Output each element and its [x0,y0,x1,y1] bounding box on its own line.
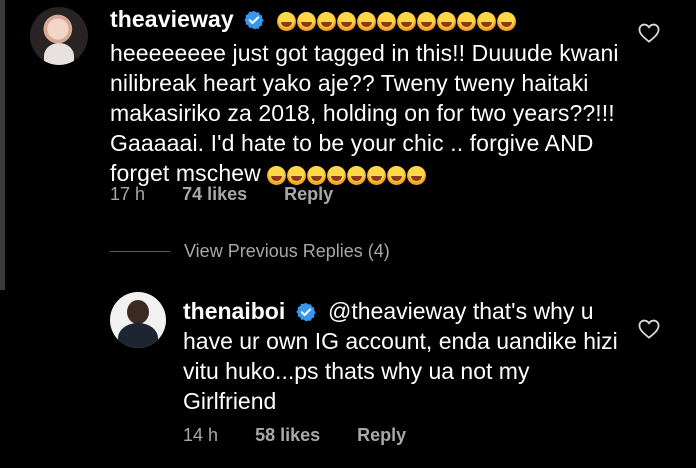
reply-comment-likes[interactable]: 58 likes [255,425,320,445]
reply-comment-time: 14 h [183,425,219,445]
laughing-emoji-icon [496,12,516,31]
laughing-emoji-icon [287,166,307,185]
view-previous-replies-label[interactable]: View Previous Replies (4) [184,241,390,262]
reply-comment-like-heart-icon[interactable] [638,319,660,339]
verified-badge-icon [244,10,264,30]
laughing-emoji-icon [316,12,336,31]
thenaiboi-avatar[interactable] [110,292,166,348]
reply-comment: thenaiboi @theavieway that's why u have … [183,296,623,416]
laughing-emoji-icon [327,166,347,185]
main-comment: theavieway heeeeeeee just got tagged in … [110,4,630,192]
laughing-emoji-icon [267,166,287,185]
laughing-emoji-icon [416,12,436,31]
thread-indicator [0,0,5,290]
reply-comment-meta: 14 h 58 likes Reply [183,425,438,446]
main-comment-reply-button[interactable]: Reply [284,184,333,204]
verified-badge-icon [295,302,316,322]
main-comment-likes[interactable]: 74 likes [182,184,247,204]
laughing-emoji-icon [476,12,496,31]
view-previous-replies[interactable]: View Previous Replies (4) [110,241,390,262]
main-comment-like-heart-icon[interactable] [638,23,660,43]
theavieway-avatar[interactable] [30,7,88,65]
laughing-emoji-icon [376,12,396,31]
main-comment-time: 17 h [110,184,146,204]
divider-line [110,251,170,252]
laughing-emoji-icon [436,12,456,31]
main-comment-username[interactable]: theavieway [110,6,234,32]
laughing-emoji-icon [456,12,476,31]
laughing-emoji-icon [307,166,327,185]
comments-screen: theavieway heeeeeeee just got tagged in … [0,0,696,468]
laughing-emoji-icon [407,166,427,185]
laughing-emoji-icon [356,12,376,31]
laughing-emoji-icon [336,12,356,31]
laughing-emoji-icon [396,12,416,31]
laughing-emoji-icon [347,166,367,185]
laughing-emoji-icon [296,12,316,31]
reply-comment-reply-button[interactable]: Reply [357,425,406,445]
main-comment-emoji-row [276,8,517,38]
laughing-emoji-icon [367,166,387,185]
laughing-emoji-icon [276,12,296,31]
laughing-emoji-icon [387,166,407,185]
reply-comment-username[interactable]: thenaiboi [183,298,285,324]
main-comment-meta: 17 h 74 likes Reply [110,184,365,205]
